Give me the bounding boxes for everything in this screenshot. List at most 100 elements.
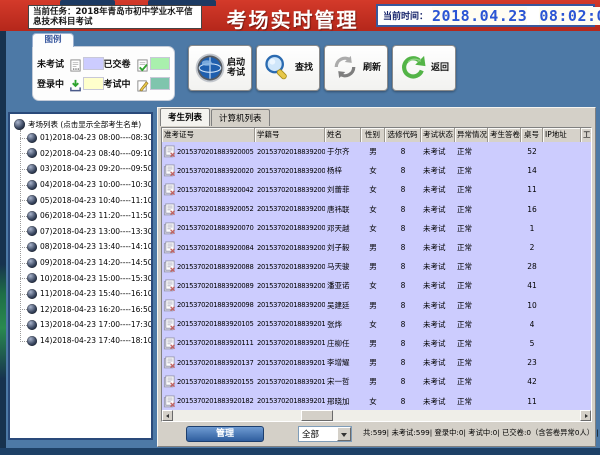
legend-item-label: 已交卷 [104, 57, 135, 70]
column-header[interactable]: 选修代码 [385, 128, 421, 142]
current-task-text: 当前任务：2018年青岛市初中学业水平信息技术科目考试 [33, 7, 197, 27]
toolbar-button-label: 返回 [431, 63, 449, 73]
session-item[interactable]: 03)2018-04-23 09:20----09:50 [19, 161, 149, 177]
table-row[interactable]: 2015370201883920089 2015370201883920089潘… [162, 276, 591, 295]
answer-sheet-icon [163, 145, 176, 158]
filter-dropdown[interactable]: 全部 [298, 426, 352, 442]
globe-icon [27, 133, 37, 143]
column-header[interactable]: 准考证号 [162, 128, 255, 142]
answer-sheet-icon [163, 241, 176, 254]
globe-icon [27, 180, 37, 190]
refresh-button[interactable]: 刷新 [324, 45, 388, 91]
manage-button[interactable]: 管理 [186, 426, 264, 442]
session-item[interactable]: 09)2018-04-23 14:20----14:50 [19, 255, 149, 271]
session-item[interactable]: 13)2018-04-23 17:00----17:30 [19, 317, 149, 333]
column-header[interactable]: 工作 [581, 128, 592, 142]
chevron-down-icon[interactable] [337, 427, 351, 441]
exam-session-tree-panel: 考场列表 (点击显示全部考生名单) 01)2018-04-23 08:00---… [8, 112, 153, 440]
column-header[interactable]: IP地址 [543, 128, 581, 142]
session-item[interactable]: 08)2018-04-23 13:40----14:10 [19, 239, 149, 255]
globe-icon [27, 242, 37, 252]
legend-item-label: 登录中 [37, 77, 68, 90]
table-row[interactable]: 2015370201883920105 2015370201883920105张… [162, 315, 591, 334]
table-row[interactable]: 2015370201883920005 2015370201883920005于… [162, 142, 591, 161]
column-header[interactable]: 姓名 [325, 128, 361, 142]
globe-icon [27, 336, 37, 346]
tab-student-list[interactable]: 考生列表 [160, 108, 210, 126]
scroll-left-arrow-icon[interactable] [162, 410, 173, 421]
page-title: 考场实时管理 [200, 4, 385, 33]
globe-icon [27, 195, 37, 205]
table-row[interactable]: 2015370201883920070 2015370201883920070邓… [162, 219, 591, 238]
table-row[interactable]: 2015370201883920182 2015370201883920182邢… [162, 391, 591, 410]
table-row[interactable]: 2015370201883920020 2015370201883920020杨… [162, 161, 591, 180]
session-item[interactable]: 04)2018-04-23 10:00----10:30 [19, 177, 149, 193]
tree-root-all-students[interactable]: 考场列表 (点击显示全部考生名单) [14, 119, 149, 130]
answer-sheet-icon [163, 164, 176, 177]
session-item[interactable]: 02)2018-04-23 08:40----09:10 [19, 146, 149, 162]
answer-sheet-icon [163, 299, 176, 312]
search-icon [263, 53, 293, 83]
session-item[interactable]: 10)2018-04-23 15:00----15:30 [19, 270, 149, 286]
legend-item: 未考试 [37, 54, 104, 74]
table-header-row: 准考证号学籍号姓名性别选修代码考试状态异常情况考生答卷桌号IP地址工作 [162, 128, 591, 142]
legend-panel: 未考试 已交卷 登录中 考试中 [32, 46, 175, 101]
search-button[interactable]: 查找 [256, 45, 320, 91]
column-header[interactable]: 考试状态 [421, 128, 455, 142]
session-item[interactable]: 12)2018-04-23 16:20----16:50 [19, 302, 149, 318]
filter-selected-value: 全部 [299, 428, 337, 440]
scrollbar-thumb[interactable] [301, 410, 333, 421]
legend-item: 登录中 [37, 74, 104, 94]
window-bottom-edge [0, 448, 600, 455]
session-list: 01)2018-04-23 08:00----08:30 02)2018-04-… [19, 130, 149, 348]
table-row[interactable]: 2015370201883920052 2015370201883920052唐… [162, 200, 591, 219]
session-item[interactable]: 11)2018-04-23 15:40----16:10 [19, 286, 149, 302]
globe-icon [27, 320, 37, 330]
scroll-right-arrow-icon[interactable] [580, 410, 591, 421]
table-row[interactable]: 2015370201883920137 2015370201883920137李… [162, 353, 591, 372]
table-row[interactable]: 2015370201883920098 2015370201883920098吴… [162, 296, 591, 315]
table-row[interactable]: 2015370201883920042 2015370201883920042刘… [162, 180, 591, 199]
column-header[interactable]: 考生答卷 [488, 128, 521, 142]
legend-item: 已交卷 [104, 54, 171, 74]
login-tray-icon [69, 77, 82, 90]
tab-computer-list[interactable]: 计算机列表 [211, 109, 270, 126]
answer-sheet-icon [163, 183, 176, 196]
session-item[interactable]: 14)2018-04-23 17:40----18:10 [19, 333, 149, 349]
column-header[interactable]: 性别 [361, 128, 385, 142]
back-button[interactable]: 返回 [392, 45, 456, 91]
start-exam-button[interactable]: 启动 考试 [188, 45, 252, 91]
legend-color-swatch [83, 77, 103, 90]
legend-item: 考试中 [104, 74, 171, 94]
session-item-label: 02)2018-04-23 08:40----09:10 [40, 149, 153, 158]
tree-root-label: 考场列表 (点击显示全部考生名单) [28, 119, 141, 130]
column-header[interactable]: 学籍号 [255, 128, 325, 142]
table-row[interactable]: 2015370201883920088 2015370201883920088马… [162, 257, 591, 276]
globe-icon [27, 226, 37, 236]
answer-sheet-icon [163, 222, 176, 235]
summary-stats: 共:599| 未考试:599| 登录中:0| 考试中:0| 已交卷:0（含答卷异… [363, 428, 593, 438]
table-row[interactable]: 2015370201883920111 2015370201883920111庄… [162, 334, 591, 353]
column-header[interactable]: 异常情况 [455, 128, 488, 142]
session-item-label: 03)2018-04-23 09:20----09:50 [40, 164, 153, 173]
table-body: 2015370201883920005 2015370201883920005于… [162, 142, 591, 411]
current-task-box: 当前任务：2018年青岛市初中学业水平信息技术科目考试 [28, 5, 202, 29]
horizontal-scrollbar [162, 410, 591, 421]
session-item-label: 12)2018-04-23 16:20----16:50 [40, 305, 153, 314]
session-item-label: 13)2018-04-23 17:00----17:30 [40, 320, 153, 329]
session-item-label: 14)2018-04-23 17:40----18:10 [40, 336, 153, 345]
main-panel: 考生列表计算机列表 准考证号学籍号姓名性别选修代码考试状态异常情况考生答卷桌号I… [157, 107, 596, 447]
scrollbar-track[interactable] [173, 410, 580, 421]
table-row[interactable]: 2015370201883920084 2015370201883920084刘… [162, 238, 591, 257]
session-item[interactable]: 07)2018-04-23 13:00----13:30 [19, 224, 149, 240]
table-row[interactable]: 2015370201883920155 2015370201883920155宋… [162, 372, 591, 391]
clock-label: 当前时间： [383, 9, 428, 22]
globe-icon [27, 148, 37, 158]
toolbar: 启动 考试 查找 刷新 返回 [188, 45, 456, 91]
start-exam-icon [195, 53, 225, 83]
session-item[interactable]: 05)2018-04-23 10:40----11:10 [19, 192, 149, 208]
column-header[interactable]: 桌号 [521, 128, 543, 142]
session-item[interactable]: 01)2018-04-23 08:00----08:30 [19, 130, 149, 146]
session-item[interactable]: 06)2018-04-23 11:20----11:50 [19, 208, 149, 224]
answer-sheet-icon [163, 337, 176, 350]
